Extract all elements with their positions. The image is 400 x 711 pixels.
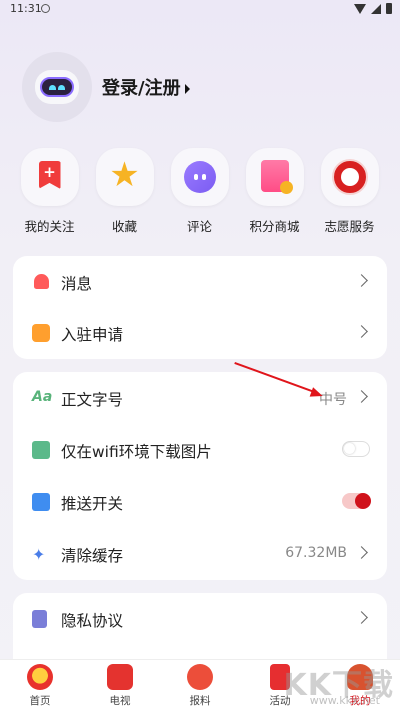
status-bar: 11:31 (0, 0, 400, 18)
status-icons (354, 3, 392, 14)
row-label: 清除缓存 (61, 547, 124, 565)
chevron-right-icon (355, 325, 368, 338)
battery-icon (386, 3, 392, 14)
nav-report[interactable]: 报料 (170, 664, 230, 708)
profile-header[interactable]: 登录/注册 (22, 52, 190, 122)
wifi-images-toggle[interactable] (342, 441, 370, 457)
cache-size-value: 67.32MB (285, 545, 347, 561)
quick-action-label: 积分商城 (249, 219, 300, 234)
quick-action-label: 收藏 (111, 219, 137, 234)
row-privacy[interactable]: 隐私协议 (13, 593, 387, 645)
enter-icon (32, 324, 50, 342)
row-label: 仅在wifi环境下载图片 (61, 443, 212, 461)
quick-action-points-mall[interactable]: 积分商城 (237, 148, 312, 235)
status-time: 11:31 (10, 2, 42, 15)
chevron-right-icon (355, 611, 368, 624)
signal-icon (371, 3, 381, 14)
font-size-icon: Aa (32, 389, 53, 405)
broom-icon: ✦ (32, 545, 46, 564)
nav-label: 报料 (189, 695, 211, 707)
quick-action-label: 志愿服务 (324, 219, 375, 234)
row-label: 消息 (61, 275, 93, 293)
chevron-right-icon (355, 390, 368, 403)
row-push: 推送开关 (13, 476, 387, 528)
row-messages[interactable]: 消息 (13, 256, 387, 308)
nav-tv[interactable]: 电视 (90, 664, 150, 708)
quick-action-follow[interactable]: 我的关注 (12, 148, 87, 235)
row-font-size[interactable]: Aa 正文字号 中号 (13, 372, 387, 424)
robot-avatar-icon (35, 70, 79, 104)
avatar[interactable] (22, 52, 92, 122)
row-label: 正文字号 (61, 391, 124, 409)
row-label: 隐私协议 (61, 612, 124, 630)
report-icon (187, 664, 213, 690)
quick-action-comments[interactable]: 评论 (162, 148, 237, 235)
notification-icon (41, 4, 50, 13)
nav-home[interactable]: 首页 (10, 664, 70, 708)
row-apply[interactable]: 入驻申请 (13, 307, 387, 359)
home-icon (27, 664, 53, 690)
nav-label: 电视 (109, 695, 131, 707)
push-icon (32, 493, 50, 511)
bell-icon (34, 274, 49, 289)
quick-action-label: 评论 (186, 219, 212, 234)
comment-icon (183, 161, 216, 193)
row-label: 推送开关 (61, 495, 124, 513)
quick-actions: 我的关注 ★ 收藏 评论 积分商城 志愿服务 (0, 148, 400, 238)
row-clear-cache[interactable]: ✦ 清除缓存 67.32MB (13, 528, 387, 580)
chevron-right-icon (355, 274, 368, 287)
push-toggle[interactable] (342, 493, 371, 509)
row-label: 入驻申请 (61, 326, 124, 344)
caret-right-icon (184, 84, 190, 94)
volunteer-badge-icon (331, 159, 368, 195)
quick-action-label: 我的关注 (24, 219, 75, 234)
image-icon (32, 441, 50, 459)
nav-label: 首页 (29, 695, 51, 707)
watermark-url: www.kkx.net (309, 694, 380, 707)
document-icon (32, 610, 47, 628)
login-register-label: 登录/注册 (102, 78, 181, 99)
shopping-bag-icon (260, 160, 293, 194)
star-icon: ★ (109, 155, 140, 195)
quick-action-volunteer[interactable]: 志愿服务 (312, 148, 387, 235)
row-wifi-images: 仅在wifi环境下载图片 (13, 424, 387, 476)
card-settings: Aa 正文字号 中号 仅在wifi环境下载图片 推送开关 ✦ 清除缓存 67.3… (13, 372, 387, 580)
bookmark-plus-icon (38, 161, 61, 189)
card-messages: 消息 入驻申请 (13, 256, 387, 359)
quick-action-favorites[interactable]: ★ 收藏 (87, 148, 162, 235)
tv-icon (107, 664, 133, 690)
wifi-icon (354, 3, 366, 14)
chevron-right-icon (355, 546, 368, 559)
login-register-link[interactable]: 登录/注册 (102, 74, 190, 100)
